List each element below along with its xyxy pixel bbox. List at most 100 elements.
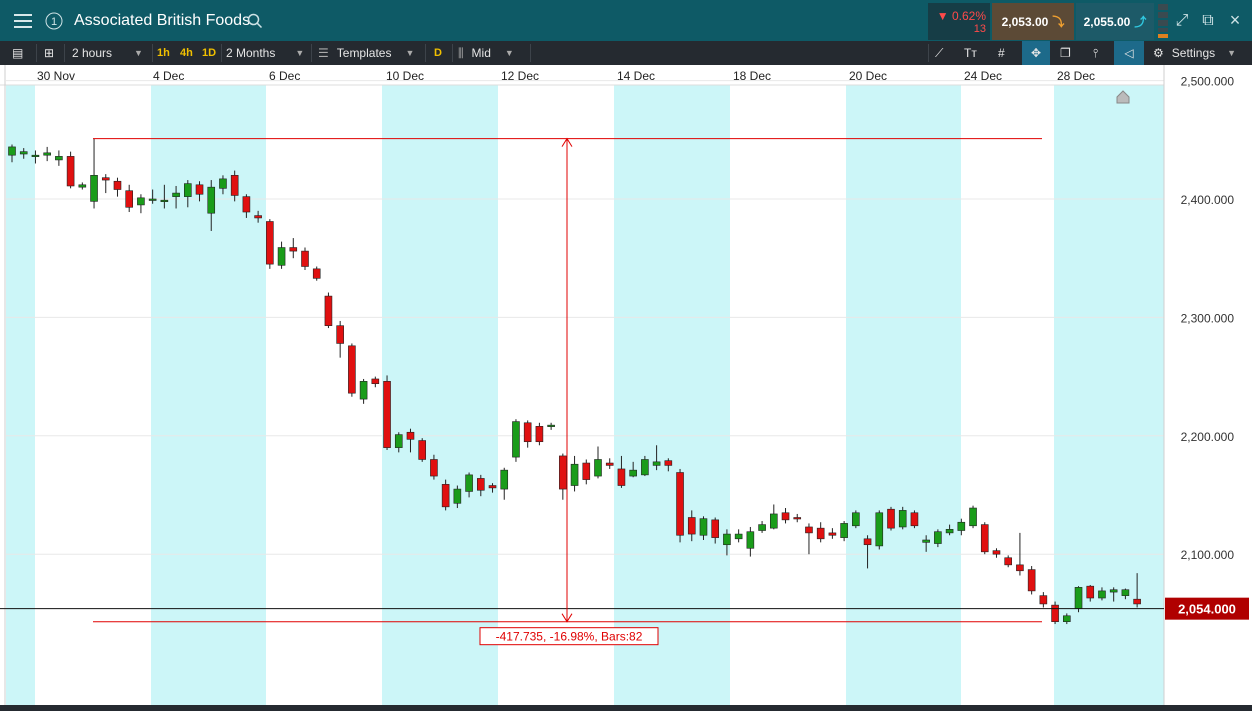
price-type-dropdown[interactable]: ⫼ Mid ▼ <box>458 41 514 65</box>
candle-body <box>1004 557 1013 566</box>
candle-body <box>594 459 602 477</box>
candle-body <box>465 474 473 492</box>
candle-body <box>394 434 403 448</box>
candle-body <box>476 478 485 491</box>
change-absolute: 13 <box>973 22 986 35</box>
candle-body <box>113 180 122 190</box>
price-tag-icon[interactable]: ◁ <box>1114 41 1144 65</box>
candle-body <box>980 524 989 553</box>
price-type-label: Mid <box>471 46 491 60</box>
range-dropdown[interactable]: 2 Months ▼ <box>226 41 304 65</box>
candle-body <box>1086 585 1095 599</box>
price-chart[interactable]: 30 Nov 4 Dec 6 Dec 10 Dec 12 Dec 14 Dec 18 Dec… <box>0 65 1252 705</box>
candle-body <box>957 521 966 531</box>
svg-text:1: 1 <box>51 16 57 28</box>
y-tick-label: 2,100.000 <box>1181 548 1235 562</box>
templates-dropdown[interactable]: ☰ Templates ▼ <box>318 41 414 65</box>
draw-line-icon[interactable]: ⟋ <box>935 41 943 65</box>
chart-toolbar: ▤ ⊞ 2 hours ▼ 1h 4h 1D 2 Months ▼ ☰ Temp… <box>0 41 1252 65</box>
candle-body <box>676 472 684 536</box>
interval-1d-button[interactable]: 1D <box>202 41 216 65</box>
candle-body <box>301 250 309 267</box>
settings-label: Settings <box>1171 46 1216 60</box>
candle-body <box>184 183 192 197</box>
candle-body <box>652 461 661 466</box>
candle-body <box>219 178 227 189</box>
candle-body <box>207 186 216 214</box>
candle-body <box>1051 604 1059 622</box>
sell-price: 2,053.00 <box>1001 14 1049 29</box>
interval-dropdown[interactable]: 2 hours ▼ <box>72 41 143 65</box>
interval-4h-button[interactable]: 4h <box>180 41 193 65</box>
candle-body <box>101 177 110 181</box>
candle-body <box>242 196 251 213</box>
candle-body <box>453 488 462 504</box>
chevron-down-icon: ▼ <box>405 48 415 58</box>
candle-body <box>746 531 755 549</box>
candle-body <box>441 484 450 508</box>
candle-body <box>160 199 169 202</box>
candle-body <box>8 146 16 156</box>
candle-body <box>570 463 579 486</box>
candle-body <box>910 512 919 527</box>
candle-body <box>430 459 438 477</box>
candle-body <box>687 517 696 535</box>
candle-body <box>793 517 802 520</box>
candle-body <box>1074 587 1083 609</box>
candle-body <box>535 426 544 443</box>
candle-body <box>992 550 1001 555</box>
chevron-down-icon: ▼ <box>504 48 514 58</box>
candle-body <box>336 325 344 344</box>
grid-icon[interactable]: # <box>998 41 1005 65</box>
indicator-icon[interactable]: ⫯ <box>1093 41 1098 65</box>
candle-body <box>55 156 63 161</box>
candle-body <box>406 431 415 440</box>
candle-body <box>617 468 626 486</box>
y-tick-label: 2,300.000 <box>1181 311 1235 325</box>
candle-body <box>816 527 825 540</box>
price-change: ▼ 0.62% 13 <box>928 3 990 40</box>
popout-icon[interactable]: ⧉ <box>1198 0 1218 41</box>
interval-1h-button[interactable]: 1h <box>157 41 170 65</box>
candle-body <box>1063 615 1071 622</box>
candle-body <box>945 529 954 534</box>
candle-body <box>312 268 321 279</box>
candle-body <box>699 518 708 536</box>
candle-body <box>547 424 555 427</box>
candle-body <box>172 192 180 197</box>
window-number-icon[interactable]: 1 <box>42 0 66 41</box>
search-icon[interactable] <box>245 0 265 41</box>
candle-body <box>523 422 532 443</box>
clone-icon[interactable]: ❐ <box>1060 41 1071 65</box>
candle-body <box>629 469 637 477</box>
text-tool-icon[interactable]: Tт <box>964 41 977 65</box>
candle-body <box>512 421 520 458</box>
menu-icon[interactable] <box>6 0 40 41</box>
candle-body <box>863 538 872 546</box>
candle-body <box>148 198 157 201</box>
settings-dropdown[interactable]: ⚙ Settings ▼ <box>1153 41 1236 65</box>
d-badge[interactable]: D <box>434 41 442 65</box>
candle-body <box>875 512 884 547</box>
candle-body <box>582 462 591 480</box>
expand-icon[interactable]: ⤢ <box>1172 0 1192 41</box>
candle-body <box>371 378 380 385</box>
candle-body <box>43 152 51 156</box>
candle-body <box>324 295 333 326</box>
buy-button[interactable]: 2,055.00 ⤴ <box>1076 3 1154 40</box>
candle-body <box>641 459 649 476</box>
sell-button[interactable]: 2,053.00 ⤵ <box>992 3 1074 40</box>
candle-body <box>898 510 907 528</box>
buy-price: 2,055.00 <box>1083 14 1131 29</box>
layout-list-icon[interactable]: ▤ <box>12 41 23 65</box>
candle-body <box>78 184 87 188</box>
candle-type-icon: ⫼ <box>458 45 464 60</box>
close-icon[interactable]: × <box>1224 0 1246 41</box>
candle-body <box>559 455 567 490</box>
candle-body <box>230 175 239 196</box>
candle-body <box>840 523 848 538</box>
crosshair-icon[interactable]: ✥ <box>1022 41 1050 65</box>
candle-body <box>1133 598 1141 605</box>
chart-layout-icon[interactable]: ⊞ <box>44 41 54 65</box>
candle-body <box>348 345 356 394</box>
